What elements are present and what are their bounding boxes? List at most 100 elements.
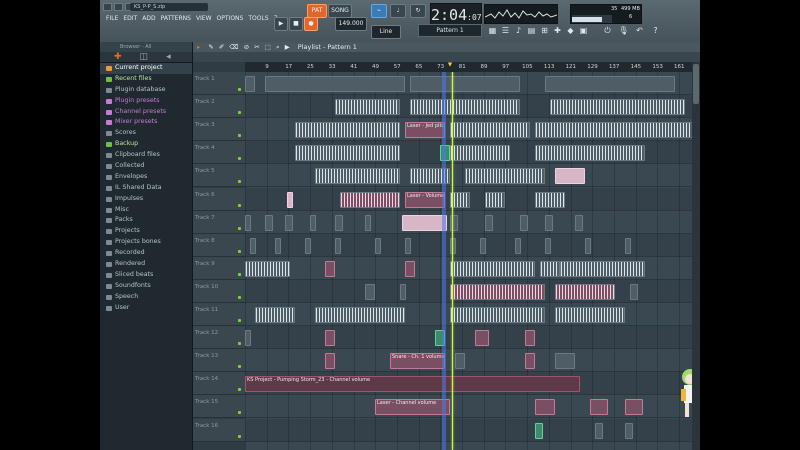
playlist-clip[interactable] (305, 237, 311, 254)
playlist-clip[interactable] (450, 260, 535, 277)
playlist-clip[interactable] (295, 145, 400, 162)
menu-item-2[interactable]: ADD (141, 15, 156, 22)
playlist-clip[interactable]: KS Project - Pumping Storm_23 - Channel … (245, 376, 580, 393)
browser-item[interactable]: Speech (100, 292, 192, 303)
menu-item-4[interactable]: VIEW (195, 15, 213, 22)
track-mute-led[interactable] (238, 342, 241, 346)
track-mute-led[interactable] (238, 88, 241, 92)
browser-item[interactable]: Plugin database (100, 85, 192, 96)
playlist-clip[interactable] (335, 237, 341, 254)
browser-item[interactable]: Backup (100, 139, 192, 150)
playlist-clip[interactable] (535, 191, 565, 208)
scroll-thumb[interactable] (693, 64, 699, 104)
playlist-clip[interactable] (287, 191, 293, 208)
song-mode-button[interactable]: SONG (328, 4, 352, 18)
playlist-clip[interactable] (595, 422, 603, 439)
paint-tool-icon[interactable]: ✐ (219, 43, 224, 51)
pointer-tool-icon[interactable]: ✎ (208, 43, 213, 51)
track-header[interactable]: Track 7 (193, 210, 245, 234)
mixer-icon[interactable]: ☰ (500, 25, 511, 36)
playhead-line[interactable] (452, 72, 453, 450)
browser-item[interactable]: Packs (100, 215, 192, 226)
playlist-menu-icon[interactable]: ▸ (197, 43, 200, 51)
playlist-clip[interactable] (485, 191, 505, 208)
track-header[interactable]: Track 8 (193, 233, 245, 257)
playlist-clip[interactable] (275, 237, 281, 254)
timeline-ruler[interactable]: 9 17 25 33 41 49 57 65 73 81 89 97 105 113 121 129 137 14… (245, 62, 692, 72)
browser-item[interactable]: Plugin presets (100, 96, 192, 107)
tempo-display[interactable]: 149.000 (335, 17, 367, 31)
playlist-clip[interactable] (450, 237, 456, 254)
playlist-clip[interactable] (265, 76, 405, 93)
snap-select[interactable]: Line (371, 25, 401, 39)
track-mute-led[interactable] (238, 226, 241, 230)
playlist-clip[interactable] (265, 214, 273, 231)
playlist-clip[interactable] (450, 191, 470, 208)
playlist-clip[interactable] (402, 214, 447, 231)
track-header[interactable]: Track 16 (193, 418, 245, 442)
browser-item[interactable]: Current project (100, 63, 192, 74)
playlist-clip[interactable] (575, 214, 583, 231)
browser-item[interactable]: Rendered (100, 259, 192, 270)
browser-item[interactable]: User (100, 303, 192, 314)
track-header[interactable]: Track 9 (193, 256, 245, 280)
playlist-clip[interactable] (625, 237, 631, 254)
playlist-clip[interactable] (455, 353, 465, 370)
playlist-clip[interactable] (535, 122, 692, 139)
playlist-clip[interactable] (590, 399, 608, 416)
playlist-clip[interactable] (250, 237, 256, 254)
channel-rack-icon[interactable]: ▦ (487, 25, 498, 36)
track-header[interactable]: Track 1 (193, 72, 245, 96)
collapse-icon[interactable]: ◂ (166, 52, 171, 62)
playhead-marker-icon[interactable]: ▼ (448, 62, 452, 68)
track-header[interactable]: Track 5 (193, 164, 245, 188)
save-icon[interactable]: ▣ (578, 25, 589, 36)
track-header[interactable]: Track 15 (193, 395, 245, 419)
browser-item[interactable]: Envelopes (100, 172, 192, 183)
delete-tool-icon[interactable]: ⌫ (229, 43, 238, 51)
track-header[interactable]: Track 13 (193, 349, 245, 373)
slice-tool-icon[interactable]: ✂ (254, 43, 259, 51)
track-mute-led[interactable] (238, 157, 241, 161)
mute-tool-icon[interactable]: ⊘ (244, 43, 249, 51)
playlist-clip[interactable] (365, 283, 375, 300)
playlist-clip[interactable] (410, 99, 520, 116)
track-mute-led[interactable] (238, 203, 241, 207)
browser-item[interactable]: Sliced beats (100, 270, 192, 281)
playlist-clip[interactable] (555, 283, 615, 300)
browser-item[interactable]: IL Shared Data (100, 183, 192, 194)
microphone-icon[interactable]: 🎙 (618, 25, 629, 36)
browser-item[interactable]: Projects bones (100, 237, 192, 248)
playlist-clip[interactable] (485, 214, 493, 231)
browser-item[interactable]: Clipboard files (100, 150, 192, 161)
playlist-clip[interactable]: Laser - Channel volume (375, 399, 450, 416)
playlist-icon[interactable]: ▤ (526, 25, 537, 36)
track-header[interactable]: Track 12 (193, 326, 245, 350)
browser-item[interactable]: Recent files (100, 74, 192, 85)
playlist-clip[interactable]: Laser - Volume 83 (405, 191, 445, 208)
browser-item[interactable]: Scores (100, 128, 192, 139)
playlist-clip[interactable] (515, 237, 521, 254)
playlist-clip[interactable] (325, 353, 335, 370)
power-icon[interactable]: ⏻ (602, 25, 613, 36)
playlist-clip[interactable] (405, 237, 411, 254)
playlist-clip[interactable] (465, 168, 545, 185)
menu-item-6[interactable]: TOOLS (247, 15, 269, 22)
stop-button[interactable]: ■ (289, 17, 303, 31)
window-menu-icon[interactable] (103, 3, 112, 11)
track-mute-led[interactable] (238, 388, 241, 392)
track-mute-led[interactable] (238, 434, 241, 438)
playlist-clip[interactable] (400, 283, 406, 300)
menu-item-0[interactable]: FILE (105, 15, 119, 22)
playlist-clip[interactable]: Snare - Ch. 1 volume 83 (390, 353, 445, 370)
playlist-clip[interactable] (525, 330, 535, 347)
track-header[interactable]: Track 10 (193, 279, 245, 303)
playlist-clip[interactable] (245, 214, 251, 231)
playback-tool-icon[interactable]: ▶ (285, 43, 290, 51)
track-mute-led[interactable] (238, 249, 241, 253)
playlist-clip[interactable] (480, 237, 486, 254)
help-icon[interactable]: ? (650, 25, 661, 36)
browser-item[interactable]: Impulses (100, 194, 192, 205)
playlist-clip[interactable] (535, 145, 645, 162)
track-mute-led[interactable] (238, 111, 241, 115)
